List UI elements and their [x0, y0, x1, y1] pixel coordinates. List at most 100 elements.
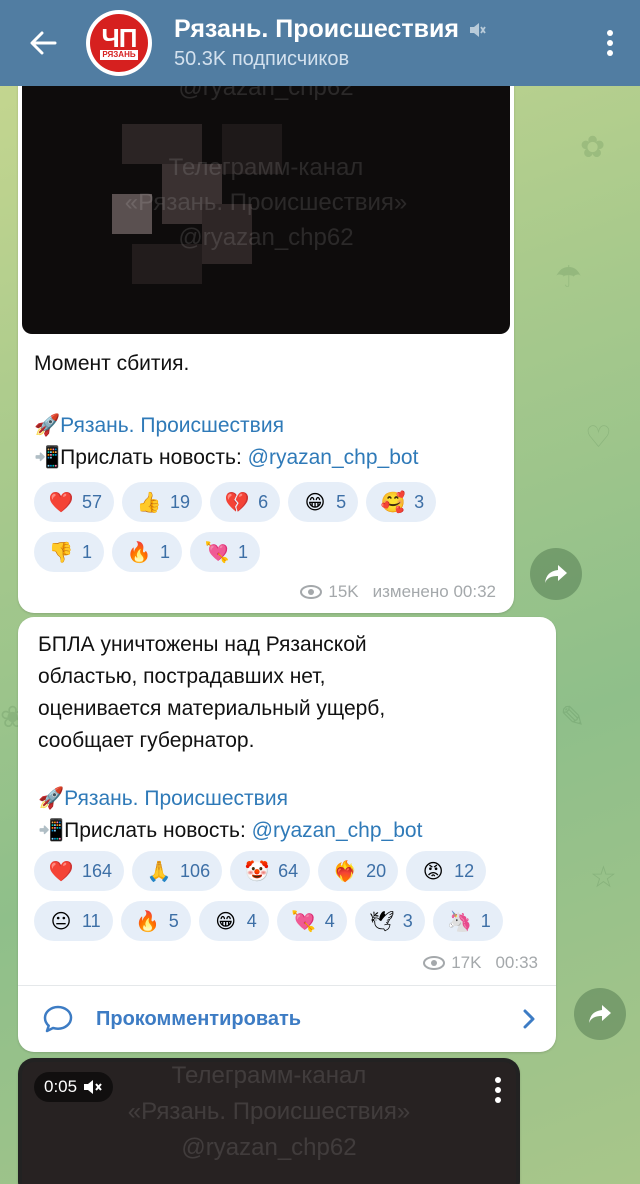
more-menu-button[interactable]: [590, 0, 630, 86]
reaction-chip[interactable]: 🙏 106: [132, 851, 223, 891]
reaction-count: 5: [168, 910, 179, 931]
reaction-emoji-icon: 🥰: [380, 490, 406, 514]
reactions-list: ❤️ 164 🙏 106 🤡 64 ❤️‍🔥 20 😡 12 😐 11 🔥 5 😁 4 💘 4 🕊 3 🦄 1: [34, 851, 544, 941]
video-preview[interactable]: Телеграмм-канал «Рязань. Происшествия» @…: [22, 1062, 516, 1184]
share-button[interactable]: [530, 548, 582, 600]
video-message[interactable]: Телеграмм-канал «Рязань. Происшествия» @…: [18, 1058, 520, 1184]
reaction-emoji-icon: 👍: [136, 490, 162, 514]
send-news-line: 📲Прислать новость: @ryazan_chp_bot: [38, 815, 422, 847]
reaction-chip[interactable]: ❤️ 164: [34, 851, 125, 891]
subscribers-count: 50.3K подписчиков: [174, 48, 350, 70]
background-doodle: ☂: [555, 260, 582, 295]
reaction-emoji-icon: 🦄: [447, 909, 473, 933]
channel-title: Рязань. Происшествия: [174, 15, 459, 43]
views-count: 15K: [328, 582, 359, 601]
reaction-chip[interactable]: 💘 1: [190, 532, 261, 572]
reaction-emoji-icon: ❤️: [48, 859, 74, 883]
message-text: Момент сбития.: [34, 352, 190, 375]
reaction-chip[interactable]: 👍 19: [122, 482, 203, 522]
reaction-count: 3: [414, 491, 425, 512]
reaction-count: 64: [278, 860, 299, 881]
reaction-emoji-icon: 🤡: [244, 859, 270, 883]
chevron-right-icon: [523, 1009, 535, 1029]
reaction-chip[interactable]: 🔥 5: [120, 901, 191, 941]
reaction-count: 57: [82, 491, 103, 512]
reaction-chip[interactable]: 🔥 1: [112, 532, 183, 572]
comment-label: Прокомментировать: [96, 1007, 302, 1030]
reaction-chip[interactable]: 😡 12: [406, 851, 487, 891]
avatar-logo-subtext: РЯЗАНЬ: [100, 50, 138, 60]
video-watermark: «Рязань. Происшествия»: [124, 189, 408, 216]
reaction-emoji-icon: ❤️‍🔥: [332, 859, 358, 883]
message-text-line: оценивается материальный ущерб,: [38, 697, 386, 720]
message-video[interactable]: @ryazan_chp62 Телеграмм-канал «Рязань. П…: [22, 64, 510, 334]
reaction-emoji-icon: 👎: [48, 540, 74, 564]
message-text-line: сообщает губернатор.: [38, 729, 255, 752]
reaction-emoji-icon: 😁: [215, 909, 237, 933]
video-watermark: Телеграмм-канал: [168, 154, 364, 181]
reaction-emoji-icon: 😁: [304, 490, 326, 514]
video-watermark: @ryazan_chp62: [178, 224, 354, 251]
back-button[interactable]: [0, 0, 86, 86]
share-arrow-icon: [589, 1005, 611, 1023]
views-count: 17K: [451, 953, 482, 972]
message-meta: 15K изменено 00:32: [300, 582, 496, 602]
more-vertical-icon: [607, 30, 613, 56]
chat-header: ЧП РЯЗАНЬ Рязань. Происшествия 50.3K под…: [0, 0, 640, 86]
rocket-icon: 🚀: [34, 414, 61, 437]
video-watermark: «Рязань. Происшествия»: [127, 1098, 411, 1125]
reaction-count: 1: [238, 541, 249, 562]
channel-avatar[interactable]: ЧП РЯЗАНЬ: [86, 10, 152, 76]
message-text-line: областью, пострадавших нет,: [38, 665, 326, 688]
reaction-chip[interactable]: 😁 4: [198, 901, 269, 941]
video-duration-badge[interactable]: 0:05: [34, 1072, 114, 1102]
reaction-chip[interactable]: 💘 4: [276, 901, 347, 941]
message-time: 00:33: [495, 953, 538, 972]
message-meta: 17K 00:33: [423, 953, 538, 973]
muted-icon: [469, 22, 486, 37]
reaction-emoji-icon: 🔥: [135, 909, 161, 933]
reaction-count: 1: [82, 541, 93, 562]
back-arrow-icon: [30, 31, 57, 55]
reaction-chip[interactable]: 🕊 3: [354, 901, 425, 941]
reaction-chip[interactable]: 🦄 1: [432, 901, 503, 941]
phone-icon: 📲: [38, 819, 65, 842]
bot-link[interactable]: @ryazan_chp_bot: [252, 819, 423, 842]
send-news-label: Прислать новость:: [60, 446, 248, 469]
reaction-chip[interactable]: ❤️ 57: [34, 482, 115, 522]
channel-link[interactable]: Рязань. Происшествия: [60, 414, 284, 437]
channel-info[interactable]: Рязань. Происшествия 50.3K подписчиков: [174, 15, 590, 71]
rocket-icon: 🚀: [38, 787, 65, 810]
comment-bubble-icon: [43, 1005, 73, 1033]
reaction-emoji-icon: 💘: [204, 540, 230, 564]
reaction-chip[interactable]: 😐 11: [34, 901, 113, 941]
background-doodle: ☆: [590, 860, 617, 895]
channel-link-line: 🚀Рязань. Происшествия: [34, 410, 284, 442]
channel-link[interactable]: Рязань. Происшествия: [64, 787, 288, 810]
avatar-logo-text: ЧП: [101, 23, 138, 53]
reaction-chip[interactable]: 👎 1: [34, 532, 105, 572]
reaction-count: 106: [180, 860, 211, 881]
comment-button[interactable]: Прокомментировать: [18, 985, 556, 1052]
bot-link[interactable]: @ryazan_chp_bot: [248, 446, 419, 469]
reaction-count: 4: [324, 910, 335, 931]
edited-time: изменено 00:32: [372, 582, 496, 601]
reaction-chip[interactable]: 🥰 3: [366, 482, 437, 522]
reaction-emoji-icon: 😐: [50, 909, 72, 933]
reaction-count: 6: [258, 491, 269, 512]
reaction-count: 19: [170, 491, 191, 512]
video-menu-icon[interactable]: [494, 1076, 502, 1104]
send-news-line: 📲Прислать новость: @ryazan_chp_bot: [34, 442, 418, 474]
message-bubble[interactable]: @ryazan_chp62 Телеграмм-канал «Рязань. П…: [18, 60, 514, 613]
reaction-chip[interactable]: 🤡 64: [230, 851, 311, 891]
message-text-line: БПЛА уничтожены над Рязанской: [38, 633, 367, 656]
reaction-emoji-icon: 💔: [224, 490, 250, 514]
background-doodle: ♡: [585, 420, 612, 455]
share-button[interactable]: [574, 988, 626, 1040]
reaction-chip[interactable]: ❤️‍🔥 20: [318, 851, 399, 891]
reaction-chip[interactable]: 😁 5: [288, 482, 359, 522]
reaction-count: 1: [160, 541, 171, 562]
reaction-chip[interactable]: 💔 6: [210, 482, 281, 522]
message-bubble[interactable]: БПЛА уничтожены над Рязанской областью, …: [18, 617, 556, 1052]
reactions-list: ❤️ 57 👍 19 💔 6 😁 5 🥰 3 👎 1 🔥 1 💘 1: [34, 482, 504, 572]
